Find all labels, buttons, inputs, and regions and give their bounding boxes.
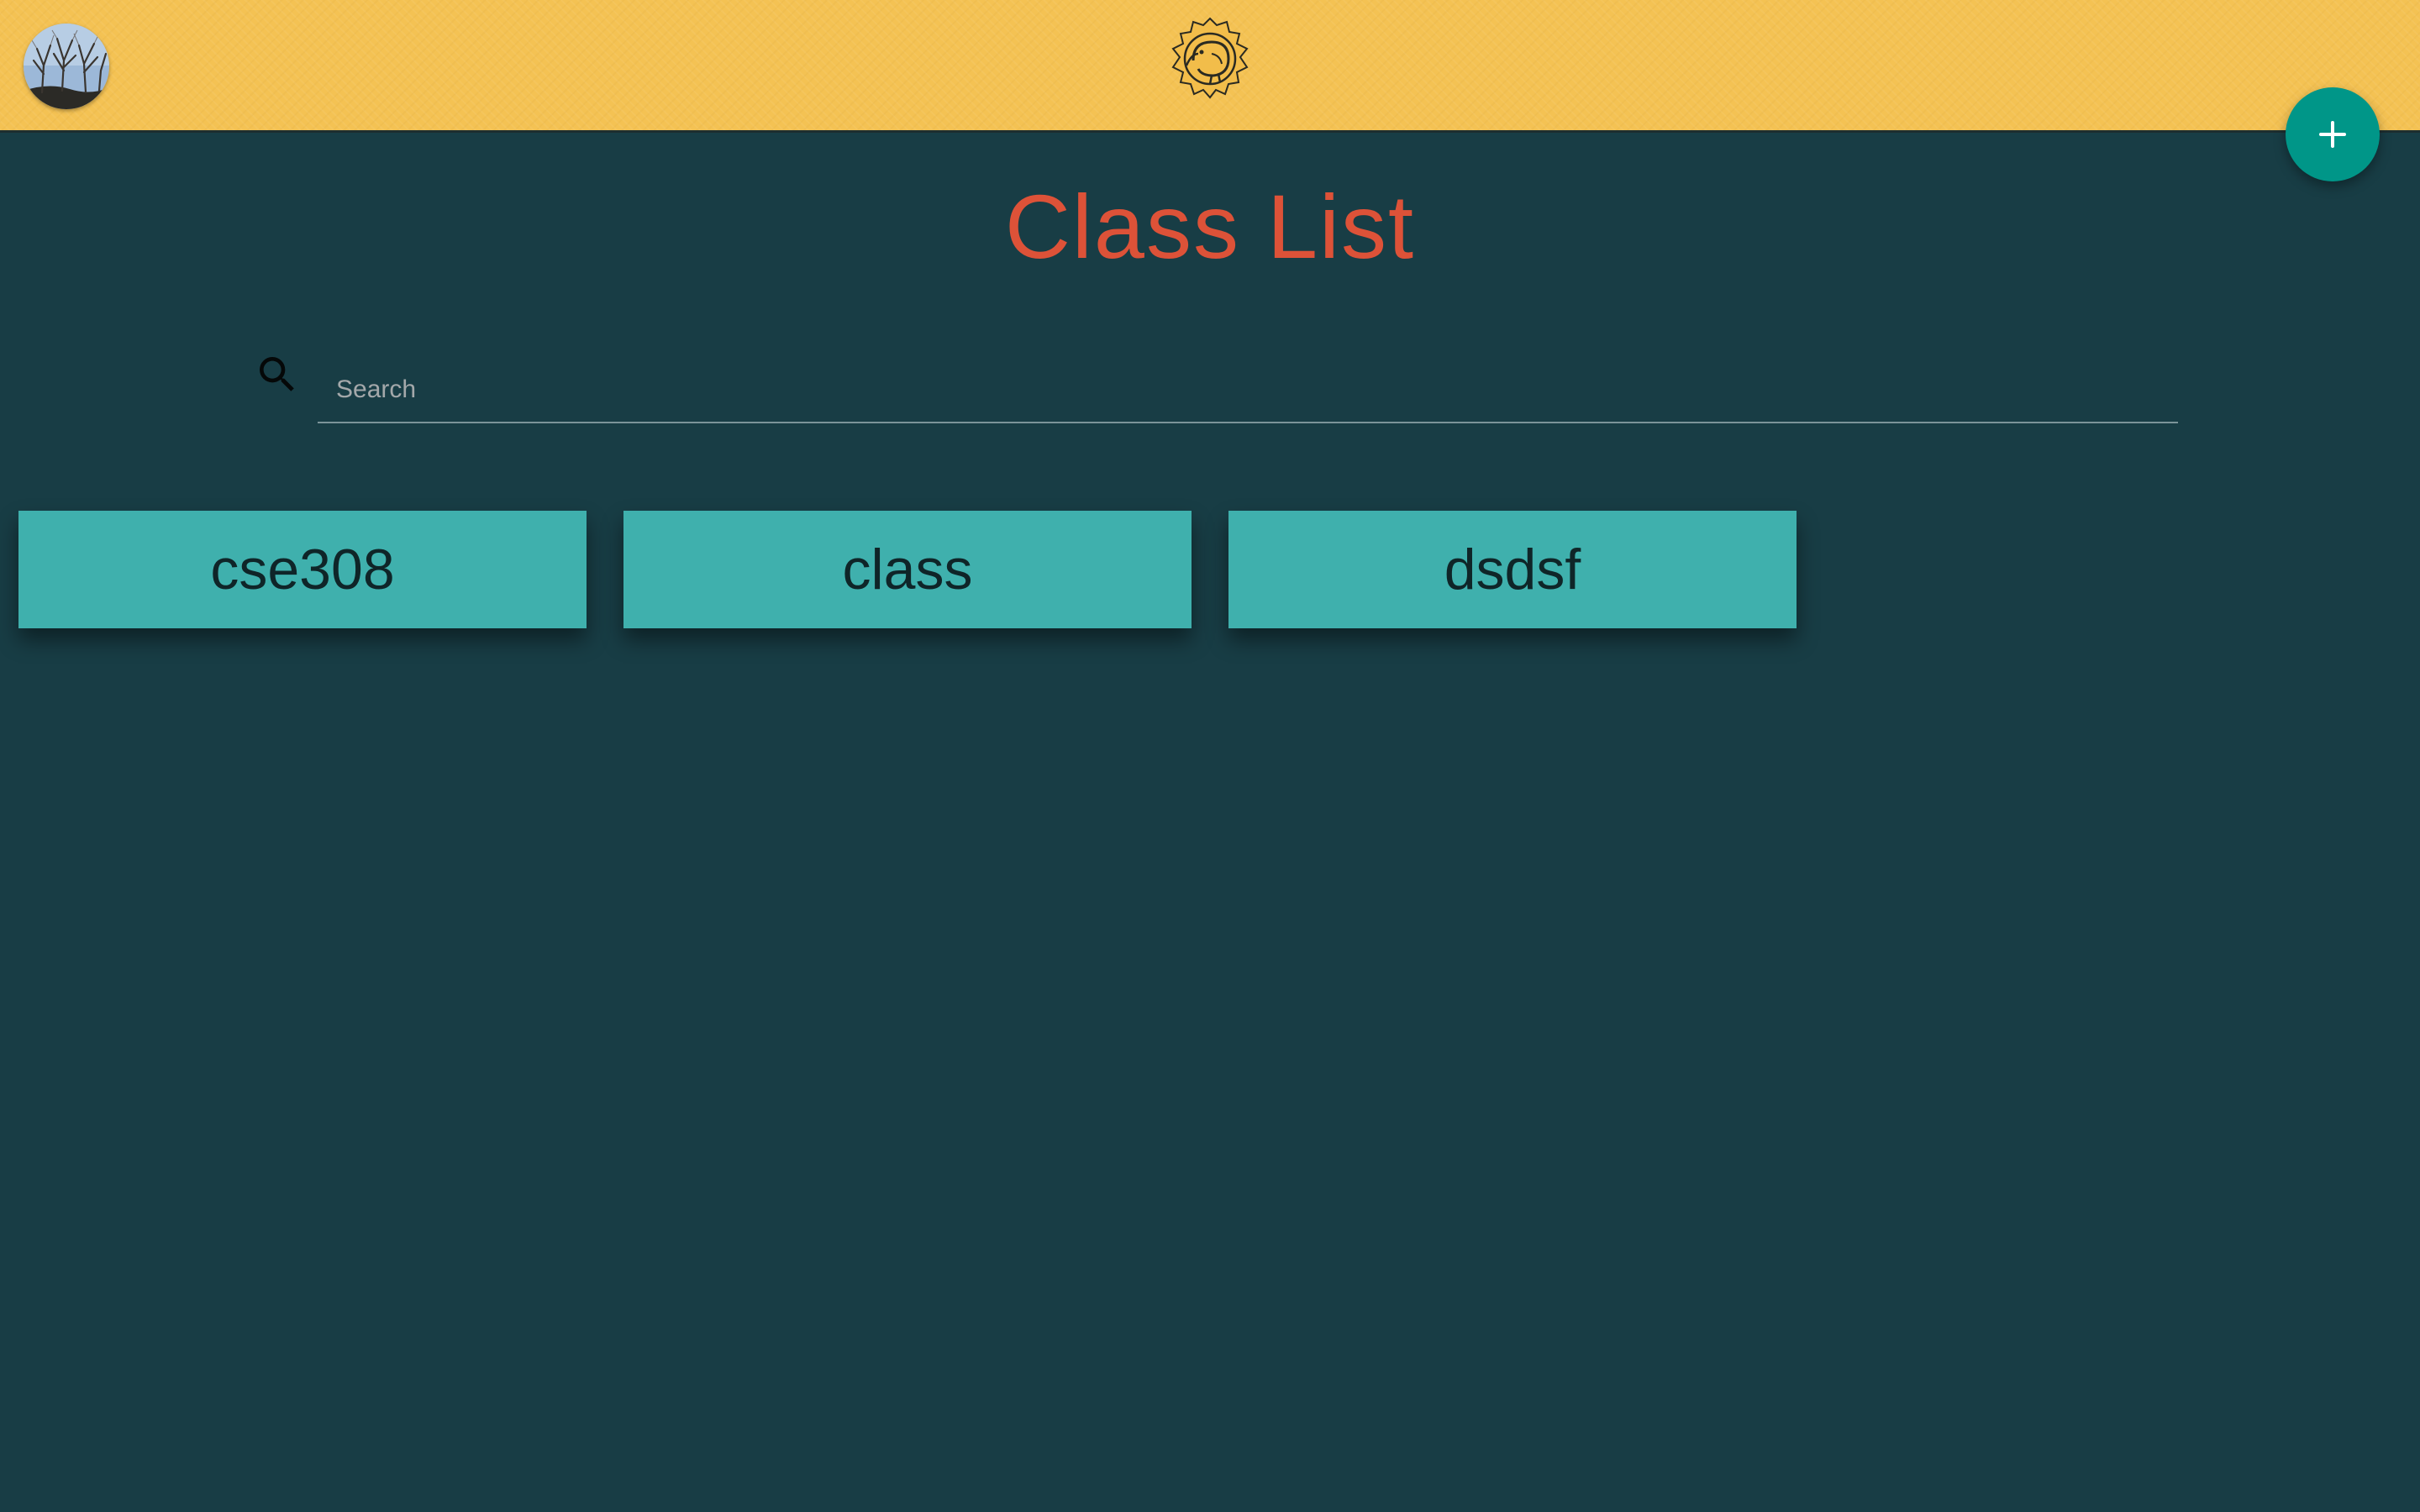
class-card-cse308[interactable]: cse308 (18, 511, 587, 628)
class-card-label: dsdsf (1444, 538, 1581, 601)
class-card-label: class (842, 538, 973, 601)
search-input[interactable] (318, 358, 2178, 423)
top-app-bar (0, 0, 2420, 133)
kiwi-logo-icon (1171, 17, 1249, 99)
class-card-class[interactable]: class (623, 511, 1192, 628)
class-card-dsdsf[interactable]: dsdsf (1228, 511, 1797, 628)
user-avatar[interactable] (24, 24, 109, 109)
plus-icon (2319, 121, 2346, 148)
avatar-image (24, 24, 109, 109)
class-card-label: cse308 (210, 538, 395, 601)
add-class-button[interactable] (2286, 87, 2380, 181)
search-icon (254, 351, 301, 398)
page-title: Class List (1004, 176, 1416, 277)
class-list: cse308 class dsdsf (18, 511, 1797, 628)
app-logo[interactable] (1168, 17, 1252, 101)
